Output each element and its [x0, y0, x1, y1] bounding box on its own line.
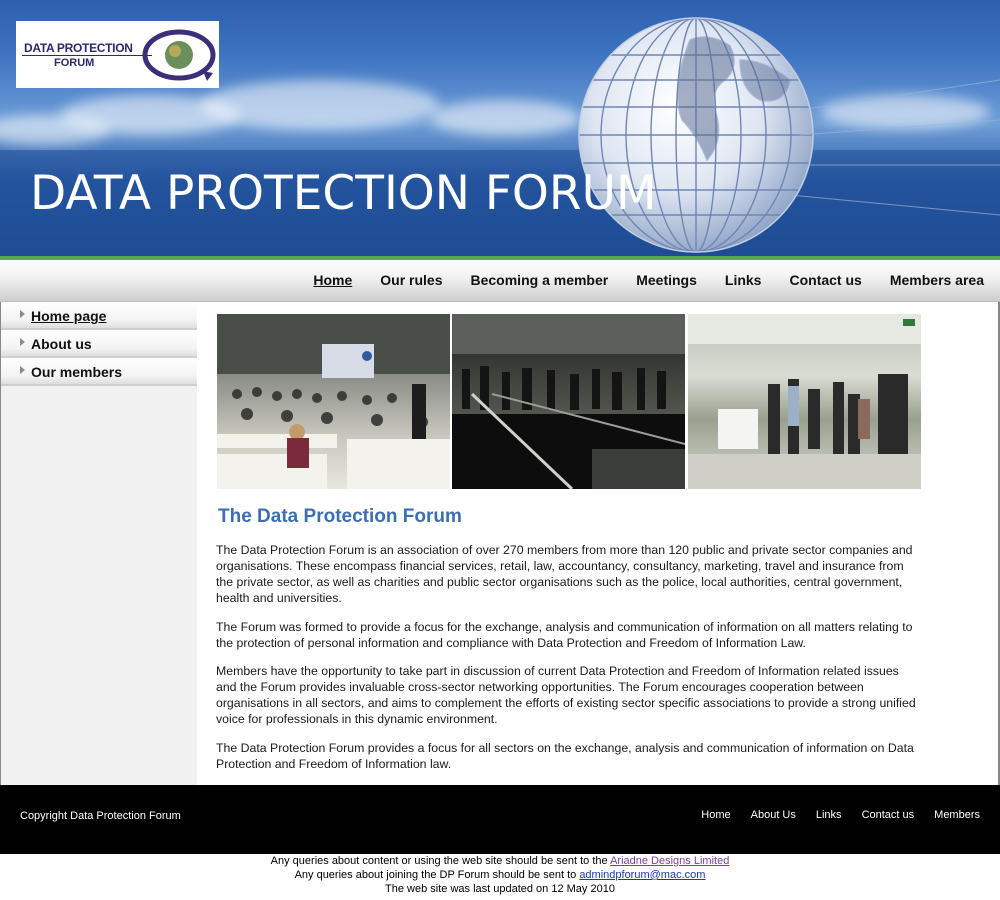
sidebar-item-label: About us [31, 336, 92, 352]
footer-link-about-us[interactable]: About Us [751, 809, 796, 821]
site-title: DATA PROTECTION FORUM [30, 166, 657, 221]
arrow-right-icon [20, 310, 25, 318]
sidebar-item-label: Our members [31, 364, 123, 380]
sidebar-item-our-members[interactable]: Our members [1, 358, 197, 386]
arrow-right-icon [20, 366, 25, 374]
joining-queries-line: Any queries about joining the DP Forum s… [0, 869, 1000, 881]
footer-link-home[interactable]: Home [701, 809, 730, 821]
nav-home[interactable]: Home [313, 272, 352, 288]
nav-links[interactable]: Links [725, 272, 762, 288]
members-paragraph: Members have the opportunity to take par… [216, 664, 916, 726]
photo-reception-room [688, 314, 921, 489]
admin-email-link[interactable]: admindpforum@mac.com [579, 869, 705, 881]
sidebar-item-label: Home page [31, 308, 107, 324]
page-heading: The Data Protection Forum [218, 506, 462, 527]
header-banner: DATA PROTECTION FORUM DATA PROTECTION FO… [0, 0, 1000, 258]
copyright-text: Copyright Data Protection Forum [20, 810, 181, 822]
footer-link-links[interactable]: Links [816, 809, 842, 821]
logo-rule [22, 55, 152, 56]
footer-nav: Home About Us Links Contact us Members [681, 809, 980, 821]
forum-logo[interactable]: DATA PROTECTION FORUM [16, 21, 219, 88]
nav-members-area[interactable]: Members area [890, 272, 984, 288]
main-navigation: Home Our rules Becoming a member Meeting… [0, 260, 1000, 302]
content-queries-text: Any queries about content or using the w… [270, 855, 611, 867]
logo-globe-icon [142, 29, 216, 81]
logo-text-line1: DATA PROTECTION [24, 41, 133, 55]
arrow-right-icon [20, 338, 25, 346]
sidebar: Home page About us Our members [1, 302, 197, 785]
last-updated-text: The web site was last updated on 12 May … [385, 883, 615, 895]
nav-menu: Home Our rules Becoming a member Meeting… [285, 272, 984, 288]
logo-text-line2: FORUM [54, 57, 95, 69]
nav-contact-us[interactable]: Contact us [789, 272, 861, 288]
intro-paragraph: The Data Protection Forum is an associat… [216, 543, 913, 605]
joining-queries-text: Any queries about joining the DP Forum s… [294, 869, 580, 881]
nav-our-rules[interactable]: Our rules [380, 272, 442, 288]
sidebar-item-about-us[interactable]: About us [1, 330, 197, 358]
ariadne-designs-link[interactable]: Ariadne Designs Limited [610, 855, 729, 867]
nav-meetings[interactable]: Meetings [636, 272, 697, 288]
photo-conference-hall [217, 314, 450, 489]
purpose-paragraph: The Forum was formed to provide a focus … [216, 620, 913, 650]
focus-paragraph: The Data Protection Forum provides a foc… [216, 741, 914, 771]
photo-atrium-gathering [452, 314, 685, 489]
nav-becoming-a-member[interactable]: Becoming a member [471, 272, 609, 288]
sidebar-item-home-page[interactable]: Home page [1, 302, 197, 330]
content-queries-line: Any queries about content or using the w… [0, 855, 1000, 867]
footer: Copyright Data Protection Forum Home Abo… [0, 785, 1000, 854]
footer-link-contact-us[interactable]: Contact us [862, 809, 915, 821]
page: DATA PROTECTION FORUM DATA PROTECTION FO… [0, 0, 1000, 900]
footer-link-members[interactable]: Members [934, 809, 980, 821]
